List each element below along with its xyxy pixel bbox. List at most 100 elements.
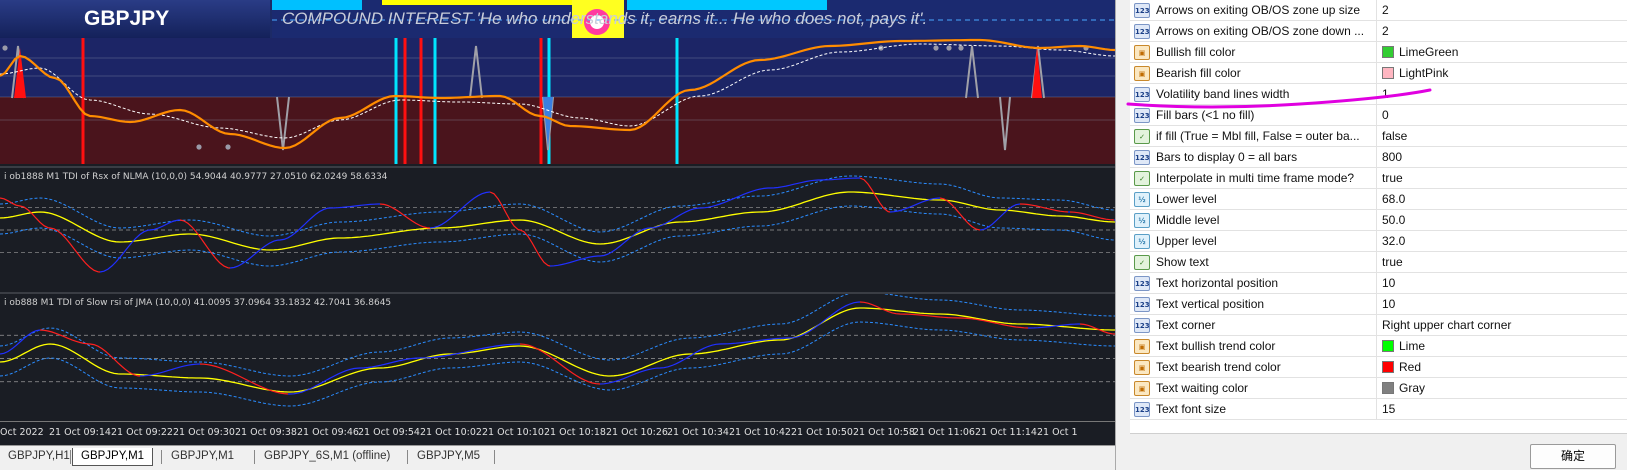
time-axis-tick: 21 Oct 10:34 xyxy=(667,427,729,438)
property-value[interactable]: Red xyxy=(1382,360,1421,374)
column-separator xyxy=(1376,21,1377,42)
indicator-panel-1[interactable] xyxy=(0,38,1115,164)
chart-area[interactable]: GBPJPY COMPOUND INTEREST 'He who underst… xyxy=(0,0,1115,445)
property-row[interactable]: ½ Middle level 50.0 xyxy=(1130,210,1627,231)
color-swatch xyxy=(1382,46,1394,58)
property-value[interactable]: 10 xyxy=(1382,276,1395,290)
property-row[interactable]: 123 Text corner Right upper chart corner xyxy=(1130,315,1627,336)
color-type-icon: ▣ xyxy=(1134,339,1150,354)
property-row[interactable]: 123 Bars to display 0 = all bars 800 xyxy=(1130,147,1627,168)
property-name: Fill bars (<1 no fill) xyxy=(1156,108,1255,122)
int-type-icon: 123 xyxy=(1134,150,1150,165)
tdi2-lower-band xyxy=(0,321,1115,407)
property-value-text: 32.0 xyxy=(1382,234,1406,248)
column-separator xyxy=(1376,336,1377,357)
time-axis-tick: 21 Oct 09:38 xyxy=(235,427,297,438)
property-value-text: 0 xyxy=(1382,108,1389,122)
property-value[interactable]: 2 xyxy=(1382,3,1389,17)
property-row[interactable]: ▣ Bullish fill color LimeGreen xyxy=(1130,42,1627,63)
tdi1-price-line xyxy=(979,203,1021,231)
time-axis-tick: 21 Oct 10:10 xyxy=(482,427,544,438)
property-row[interactable]: ▣ Text waiting color Gray xyxy=(1130,378,1627,399)
property-value-text: true xyxy=(1382,255,1403,269)
mt4-window: GBPJPY COMPOUND INTEREST 'He who underst… xyxy=(0,0,1627,470)
property-value[interactable]: Lime xyxy=(1382,339,1425,353)
color-swatch xyxy=(1382,340,1394,352)
chart-tab[interactable]: GBPJPY_6S,M1 (offline) xyxy=(256,448,398,466)
chart-tab[interactable]: GBPJPY,H1 xyxy=(0,448,78,466)
dot-marker xyxy=(2,45,8,51)
property-name: Text font size xyxy=(1156,402,1227,416)
int-type-icon: 123 xyxy=(1134,87,1150,102)
property-row[interactable]: 123 Fill bars (<1 no fill) 0 xyxy=(1130,105,1627,126)
property-value[interactable]: Gray xyxy=(1382,381,1425,395)
tdi1-price-line xyxy=(179,219,231,269)
indicator-panel-3[interactable]: i ob888 M1 TDI of Slow rsi of JMA (10,0,… xyxy=(0,292,1115,421)
property-value[interactable]: true xyxy=(1382,255,1403,269)
column-separator xyxy=(1376,126,1377,147)
bool-type-icon: ✓ xyxy=(1134,255,1150,270)
indicator-3-plot xyxy=(0,294,1115,407)
int-type-icon: 123 xyxy=(1134,297,1150,312)
property-row[interactable]: ▣ Text bearish trend color Red xyxy=(1130,357,1627,378)
property-row[interactable]: ✓ Show text true xyxy=(1130,252,1627,273)
property-value[interactable]: 50.0 xyxy=(1382,213,1405,227)
column-separator xyxy=(1376,357,1377,378)
property-value[interactable]: LightPink xyxy=(1382,66,1448,80)
property-name: Bars to display 0 = all bars xyxy=(1156,150,1298,164)
double-type-icon: ½ xyxy=(1134,234,1150,249)
property-value[interactable]: 800 xyxy=(1382,150,1402,164)
property-value[interactable]: 15 xyxy=(1382,402,1395,416)
property-row[interactable]: ▣ Text bullish trend color Lime xyxy=(1130,336,1627,357)
property-value-text: 10 xyxy=(1382,297,1396,311)
property-row[interactable]: 123 Arrows on exiting OB/OS zone up size 2 xyxy=(1130,0,1627,21)
tdi1-price-line xyxy=(1069,211,1115,221)
property-name: Text vertical position xyxy=(1156,297,1265,311)
column-separator xyxy=(1376,399,1377,420)
property-value[interactable]: 68.0 xyxy=(1382,192,1405,206)
column-separator xyxy=(1376,273,1377,294)
property-row[interactable]: 123 Text font size 15 xyxy=(1130,399,1627,420)
ok-button[interactable]: 确定 xyxy=(1530,444,1616,469)
property-grid[interactable]: 123 Arrows on exiting OB/OS zone up size 2… xyxy=(1130,0,1627,434)
property-value[interactable]: LimeGreen xyxy=(1382,45,1458,59)
column-separator xyxy=(1376,84,1377,105)
tdi2-price-line xyxy=(0,329,41,355)
property-name: Volatility band lines width xyxy=(1156,87,1290,101)
chart-tab[interactable]: GBPJPY,M5 xyxy=(409,448,488,466)
property-row[interactable]: 123 Volatility band lines width 1 xyxy=(1130,84,1627,105)
property-row[interactable]: ▣ Bearish fill color LightPink xyxy=(1130,63,1627,84)
color-type-icon: ▣ xyxy=(1134,66,1150,81)
property-row[interactable]: 123 Text vertical position 10 xyxy=(1130,294,1627,315)
property-row[interactable]: ✓ if fill (True = Mbl fill, False = outer… xyxy=(1130,126,1627,147)
property-value[interactable]: 1 xyxy=(1382,87,1389,101)
property-row[interactable]: ½ Upper level 32.0 xyxy=(1130,231,1627,252)
property-value[interactable]: Right upper chart corner xyxy=(1382,318,1511,332)
tdi2-price-line xyxy=(39,329,141,377)
color-swatch xyxy=(1382,67,1394,79)
property-value[interactable]: false xyxy=(1382,129,1407,143)
property-value[interactable]: 0 xyxy=(1382,108,1389,122)
property-row[interactable]: ✓ Interpolate in multi time frame mode? tr… xyxy=(1130,168,1627,189)
property-value[interactable]: true xyxy=(1382,171,1403,185)
property-row[interactable]: ½ Lower level 68.0 xyxy=(1130,189,1627,210)
double-type-icon: ½ xyxy=(1134,192,1150,207)
tdi1-price-line xyxy=(99,219,181,273)
indicator-2-label: i ob1888 M1 TDI of Rsx of NLMA (10,0,0) … xyxy=(4,172,388,182)
property-value[interactable]: 32.0 xyxy=(1382,234,1405,248)
chart-tab[interactable]: GBPJPY,M1 xyxy=(72,448,154,466)
property-row[interactable]: 123 Arrows on exiting OB/OS zone down ...… xyxy=(1130,21,1627,42)
property-name: Text bearish trend color xyxy=(1156,360,1281,374)
property-value[interactable]: 10 xyxy=(1382,297,1395,311)
property-value[interactable]: 2 xyxy=(1382,24,1389,38)
property-name: Upper level xyxy=(1156,234,1217,248)
time-axis-tick: 21 Oct 10:26 xyxy=(606,427,668,438)
column-separator xyxy=(1376,231,1377,252)
tdi1-price-line xyxy=(489,191,551,267)
chart-tab[interactable]: GBPJPY,M1 xyxy=(163,448,242,466)
indicator-panel-2[interactable]: i ob1888 M1 TDI of Rsx of NLMA (10,0,0) … xyxy=(0,166,1115,290)
property-value-text: Gray xyxy=(1399,381,1426,395)
column-separator xyxy=(1376,378,1377,399)
time-axis-tick: 21 Oct 09:14 xyxy=(49,427,111,438)
property-row[interactable]: 123 Text horizontal position 10 xyxy=(1130,273,1627,294)
